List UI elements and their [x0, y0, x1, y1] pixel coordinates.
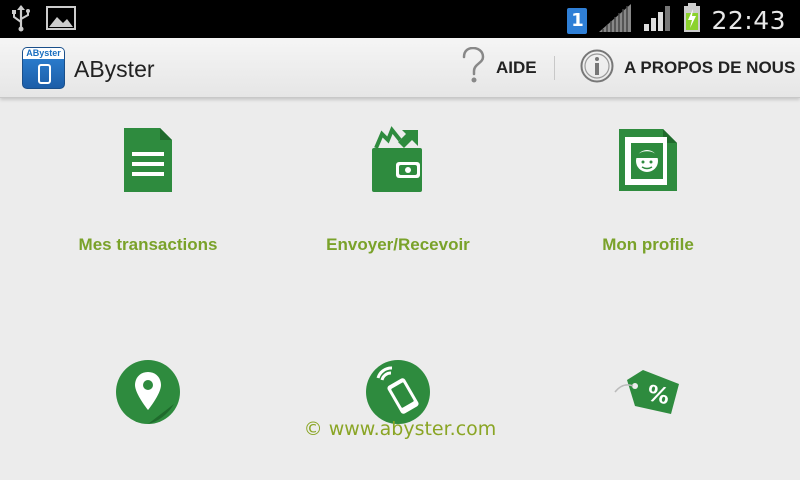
map-pin-icon: [113, 357, 183, 427]
action-divider: [554, 56, 555, 80]
image-icon: [46, 6, 76, 35]
profile-icon: [613, 125, 683, 195]
help-label: AIDE: [496, 58, 537, 77]
tile-label: Mon profile: [602, 235, 694, 254]
tile-transactions[interactable]: Mes transactions: [18, 125, 278, 255]
signal-icon: [597, 3, 633, 38]
nfc-phone-icon: [363, 357, 433, 427]
signal-icon: [643, 4, 673, 37]
tile-nfc[interactable]: [268, 357, 528, 427]
about-button[interactable]: A PROPOS DE NOUS: [580, 48, 795, 88]
about-label: A PROPOS DE NOUS: [624, 58, 796, 77]
sim-icon: 1: [567, 7, 588, 34]
tile-map[interactable]: [18, 357, 278, 427]
document-icon: [113, 125, 183, 195]
help-button[interactable]: AIDE: [460, 46, 537, 90]
tile-discounts[interactable]: %: [518, 357, 778, 427]
battery-charging-icon: [683, 3, 701, 38]
app-logo-icon[interactable]: AByster: [22, 47, 65, 89]
question-mark-icon: [460, 46, 486, 90]
discount-tag-icon: %: [613, 357, 683, 427]
usb-icon: [10, 4, 32, 37]
tile-label: Mes transactions: [78, 235, 218, 254]
wallet-transfer-icon: [363, 125, 433, 195]
tile-label: Envoyer/Recevoir: [326, 235, 470, 254]
tile-send-receive[interactable]: Envoyer/Recevoir: [268, 125, 528, 255]
app-title: AByster: [74, 56, 155, 82]
status-bar: 1 22:43: [0, 0, 800, 38]
info-icon: [580, 49, 614, 88]
clock-time: 22:43: [711, 6, 786, 35]
tile-profile[interactable]: Mon profile: [518, 125, 778, 255]
app-logo-text: AByster: [23, 48, 64, 59]
copyright-footer: © www.abyster.com: [303, 418, 497, 440]
phone-glyph: [38, 64, 51, 84]
action-bar: AByster AByster AIDE A PROPOS DE NOUS: [0, 38, 800, 98]
